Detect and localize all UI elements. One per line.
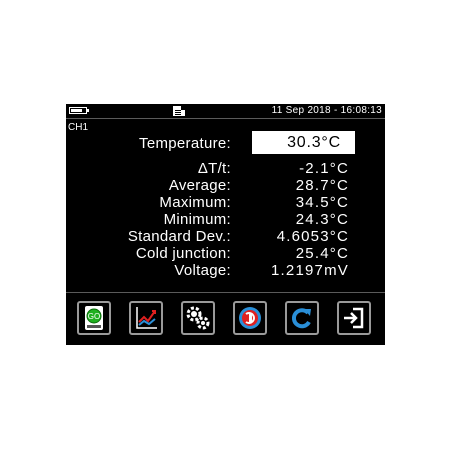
maximum-label: Maximum:: [159, 194, 231, 211]
voltage-value: 1.2197mV: [271, 262, 349, 279]
maximum-value: 34.5°C: [295, 194, 349, 211]
std-dev-value: 4.6053°C: [276, 228, 349, 245]
delta-t-value: -2.1°C: [299, 160, 349, 177]
button-bar: GO: [66, 292, 385, 346]
reset-icon: [239, 307, 261, 329]
temperature-value: 30.3°C: [252, 131, 355, 154]
settings-gears-icon: [186, 306, 210, 330]
voltage-label: Voltage:: [174, 262, 231, 279]
svg-text:GO: GO: [88, 312, 100, 321]
cold-junction-value: 25.4°C: [295, 245, 349, 262]
cold-junction-label: Cold junction:: [135, 245, 231, 262]
average-value: 28.7°C: [295, 177, 349, 194]
temperature-label: Temperature:: [139, 135, 231, 152]
refresh-button[interactable]: [285, 301, 319, 335]
memory-card-icon: [173, 106, 185, 116]
go-record-icon: GO: [85, 306, 103, 330]
chart-icon: [136, 307, 157, 329]
status-bar: 11 Sep 2018 - 16:08:13: [66, 104, 385, 119]
settings-button[interactable]: [181, 301, 215, 335]
go-record-button[interactable]: GO: [77, 301, 111, 335]
channel-label: CH1: [68, 122, 89, 133]
std-dev-label: Standard Dev.:: [127, 228, 231, 245]
battery-icon: [69, 107, 89, 114]
average-label: Average:: [168, 177, 231, 194]
delta-t-label: ΔT/t:: [197, 160, 231, 177]
chart-button[interactable]: [129, 301, 163, 335]
refresh-icon: [291, 308, 311, 329]
datetime: 11 Sep 2018 - 16:08:13: [271, 105, 382, 116]
minimum-value: 24.3°C: [295, 211, 349, 228]
device-screen: 11 Sep 2018 - 16:08:13 CH1 Temperature: …: [66, 104, 385, 345]
reset-button[interactable]: [233, 301, 267, 335]
exit-icon: [344, 307, 364, 329]
exit-button[interactable]: [337, 301, 371, 335]
minimum-label: Minimum:: [163, 211, 231, 228]
